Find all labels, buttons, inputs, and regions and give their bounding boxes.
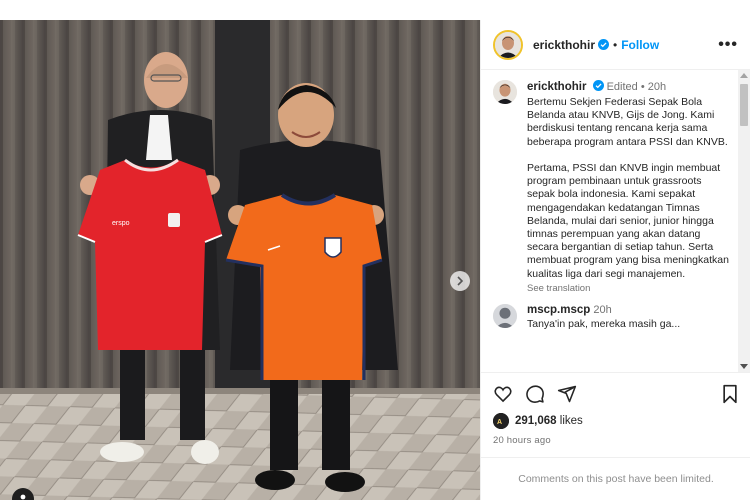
heart-icon [494,386,512,403]
header-username[interactable]: erickthohir [533,38,595,52]
comments-scrollbar[interactable] [738,70,750,372]
caption-separator: • [640,81,645,93]
likes-row[interactable]: A 291,068 likes [493,413,739,429]
svg-text:A: A [497,419,502,426]
save-button[interactable] [721,384,739,404]
see-translation-link[interactable]: See translation [527,283,732,294]
follow-button[interactable]: Follow [621,38,659,52]
caption: erickthohir Edited • 20h Bertemu Sekjen … [481,70,750,294]
comment-text: Tanya'in pak, mereka masih ga... [527,317,681,330]
caption-meta: erickthohir Edited • 20h [527,80,732,94]
likes-word: likes [559,415,583,427]
verified-icon [592,80,604,91]
caption-avatar[interactable] [493,80,517,104]
comments-list[interactable]: erickthohir Edited • 20h Bertemu Sekjen … [481,70,750,372]
next-arrow-icon [457,276,464,286]
post-timestamp[interactable]: 20 hours ago [493,435,739,446]
avatar-image [493,80,517,104]
bookmark-icon [723,384,737,404]
comment-username[interactable]: mscp.mscp [527,304,590,316]
jersey-brand-text: erspo [112,220,130,227]
post-actions: A 291,068 likes 20 hours ago [481,372,750,446]
like-button[interactable] [493,384,513,404]
comment-age: 20h [593,303,612,316]
caption-edited: Edited [606,81,638,93]
liker-avatar: A [493,413,509,429]
header-separator: • [613,37,618,52]
post-photo[interactable]: erspo [0,20,480,500]
verified-icon [598,39,610,50]
comment-avatar[interactable] [493,303,517,328]
share-button[interactable] [557,384,577,404]
scroll-up-arrow[interactable] [740,73,748,78]
photo-scene: erspo [0,20,480,500]
scroll-down-arrow[interactable] [740,364,748,369]
post-header: erickthohir • Follow ••• [481,20,750,70]
comment-icon [526,385,544,403]
comment-button[interactable] [525,384,545,404]
more-icon[interactable]: ••• [718,36,738,54]
share-icon [557,385,577,403]
caption-username[interactable]: erickthohir [527,81,586,93]
post-sidebar: erickthohir • Follow ••• erickthohir Edi… [480,20,750,500]
avatar-image [495,31,521,58]
avatar-image: A [493,413,509,429]
red-jersey: erspo [77,158,223,350]
caption-text: Bertemu Sekjen Federasi Sepak Bola Belan… [527,96,729,280]
comment-item: mscp.mscp 20h Tanya'in pak, mereka masih… [481,294,750,330]
scroll-thumb[interactable] [740,84,748,126]
avatar-image [493,303,517,328]
next-photo-button[interactable] [450,271,470,291]
comments-limited-notice: Comments on this post have been limited. [481,457,750,500]
user-tag-icon [20,494,26,500]
likes-count[interactable]: 291,068 [515,415,557,427]
caption-age: 20h [647,81,667,93]
avatar[interactable] [493,29,523,60]
